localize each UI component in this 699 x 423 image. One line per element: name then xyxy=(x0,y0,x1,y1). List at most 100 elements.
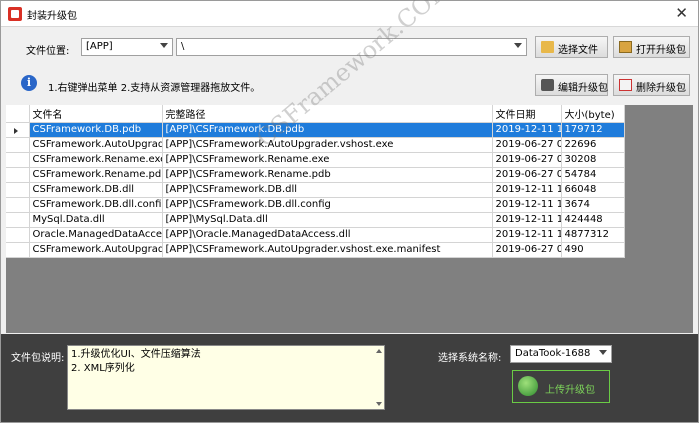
cell-path[interactable]: [APP]\CSFramework.AutoUpgrader.vshost.ex… xyxy=(162,242,493,258)
open-package-icon xyxy=(619,41,632,53)
row-header[interactable] xyxy=(6,167,30,183)
table-row[interactable]: CSFramework.AutoUpgrad [APP]\CSFramework.… xyxy=(6,242,625,258)
cell-date[interactable]: 2019-12-11 1 xyxy=(492,182,562,198)
cell-size[interactable]: 4877312 xyxy=(561,227,625,243)
cell-name[interactable]: CSFramework.DB.dll.config xyxy=(29,197,163,213)
row-header[interactable] xyxy=(6,137,30,153)
cell-size[interactable]: 54784 xyxy=(561,167,625,183)
edit-package-label: 编辑升级包 xyxy=(558,83,608,94)
cell-path[interactable]: [APP]\CSFramework.DB.pdb xyxy=(162,122,493,138)
delete-package-button[interactable]: 删除升级包 xyxy=(613,74,690,96)
delete-package-label: 删除升级包 xyxy=(636,83,686,94)
table-row[interactable]: CSFramework.DB.dll [APP]\CSFramework.DB.d… xyxy=(6,182,625,198)
row-header[interactable] xyxy=(6,227,30,243)
row-header[interactable] xyxy=(6,212,30,228)
cell-date[interactable]: 2019-06-27 0 xyxy=(492,242,562,258)
cell-name[interactable]: Oracle.ManagedDataAccess xyxy=(29,227,163,243)
column-header-path[interactable]: 完整路径 xyxy=(162,105,493,123)
system-name-select[interactable]: DataTook-1688 xyxy=(510,345,612,363)
title-bar: 封装升级包 ✕ xyxy=(1,1,698,27)
info-icon: i xyxy=(21,75,37,91)
table-row[interactable]: CSFramework.Rename.exe [APP]\CSFramework.… xyxy=(6,152,625,168)
chevron-down-icon xyxy=(160,43,168,48)
edit-package-icon xyxy=(541,79,554,91)
open-package-button[interactable]: 打开升级包 xyxy=(613,36,690,58)
cell-date[interactable]: 2019-12-11 1 xyxy=(492,122,562,138)
cell-path[interactable]: [APP]\CSFramework.Rename.exe xyxy=(162,152,493,168)
window-title: 封装升级包 xyxy=(27,11,77,22)
table-header-row: 文件名 完整路径 文件日期 大小(byte) xyxy=(6,105,625,123)
table-row[interactable]: CSFramework.DB.dll.config [APP]\CSFramewo… xyxy=(6,197,625,213)
description-textarea[interactable]: 1.升级优化UI、文件压缩算法 2. XML序列化 xyxy=(67,345,385,410)
cell-name[interactable]: CSFramework.Rename.exe xyxy=(29,152,163,168)
column-header-size[interactable]: 大小(byte) xyxy=(561,105,625,123)
row-header[interactable] xyxy=(6,197,30,213)
cell-size[interactable]: 30208 xyxy=(561,152,625,168)
table-row[interactable]: Oracle.ManagedDataAccess [APP]\Oracle.Man… xyxy=(6,227,625,243)
file-location-label: 文件位置: xyxy=(26,46,70,57)
cell-path[interactable]: [APP]\CSFramework.DB.dll.config xyxy=(162,197,493,213)
cell-name[interactable]: MySql.Data.dll xyxy=(29,212,163,228)
cell-date[interactable]: 2019-12-11 1 xyxy=(492,227,562,243)
path-value: \ xyxy=(181,41,185,52)
scroll-down-icon[interactable] xyxy=(376,402,382,406)
table-row[interactable]: CSFramework.Rename.pdb [APP]\CSFramework.… xyxy=(6,167,625,183)
cell-name[interactable]: CSFramework.DB.dll xyxy=(29,182,163,198)
row-header[interactable] xyxy=(6,152,30,168)
cell-name[interactable]: CSFramework.DB.pdb xyxy=(29,122,163,138)
cell-date[interactable]: 2019-06-27 0 xyxy=(492,137,562,153)
column-header-name[interactable]: 文件名 xyxy=(29,105,163,123)
scroll-up-icon[interactable] xyxy=(376,349,382,353)
description-line: 1.升级优化UI、文件压缩算法 xyxy=(71,349,201,360)
system-name-value: DataTook-1688 xyxy=(515,348,591,359)
cell-date[interactable]: 2019-12-11 1 xyxy=(492,197,562,213)
tip-text: 1.右键弹出菜单 2.支持从资源管理器拖放文件。 xyxy=(48,83,261,94)
cell-size[interactable]: 3674 xyxy=(561,197,625,213)
file-location-value: [APP] xyxy=(86,41,113,52)
column-header-date[interactable]: 文件日期 xyxy=(492,105,562,123)
folder-icon xyxy=(541,41,554,53)
cell-path[interactable]: [APP]\MySql.Data.dll xyxy=(162,212,493,228)
cell-path[interactable]: [APP]\CSFramework.DB.dll xyxy=(162,182,493,198)
edit-package-button[interactable]: 编辑升级包 xyxy=(535,74,608,96)
current-row-indicator-icon xyxy=(14,127,18,134)
cell-size[interactable]: 66048 xyxy=(561,182,625,198)
table-row[interactable]: MySql.Data.dll [APP]\MySql.Data.dll 2019-1… xyxy=(6,212,625,228)
cell-name[interactable]: CSFramework.AutoUpgrad xyxy=(29,137,163,153)
chevron-down-icon xyxy=(599,350,607,355)
cell-date[interactable]: 2019-06-27 0 xyxy=(492,152,562,168)
table-row[interactable]: CSFramework.DB.pdb [APP]\CSFramework.DB.p… xyxy=(6,122,625,138)
cell-path[interactable]: [APP]\CSFramework.AutoUpgrader.vshost.ex… xyxy=(162,137,493,153)
upload-package-label: 上传升级包 xyxy=(545,385,595,396)
description-label: 文件包说明: xyxy=(11,353,65,364)
delete-package-icon xyxy=(619,79,632,91)
bottom-panel: 文件包说明: 1.升级优化UI、文件压缩算法 2. XML序列化 选择系统名称:… xyxy=(1,334,698,422)
chevron-down-icon xyxy=(514,43,522,48)
cell-size[interactable]: 22696 xyxy=(561,137,625,153)
cell-date[interactable]: 2019-06-27 0 xyxy=(492,167,562,183)
choose-file-button[interactable]: 选择文件 xyxy=(535,36,608,58)
description-line: 2. XML序列化 xyxy=(71,363,135,374)
row-header[interactable] xyxy=(6,182,30,198)
cell-size[interactable]: 179712 xyxy=(561,122,625,138)
cell-size[interactable]: 424448 xyxy=(561,212,625,228)
open-package-label: 打开升级包 xyxy=(636,45,686,56)
row-header[interactable] xyxy=(6,122,30,138)
cell-size[interactable]: 490 xyxy=(561,242,625,258)
toolbar: 文件位置: [APP] \ 选择文件 打开升级包 i 1.右键弹出菜单 2.支持… xyxy=(6,31,693,96)
path-select[interactable]: \ xyxy=(176,38,527,56)
cell-name[interactable]: CSFramework.AutoUpgrad xyxy=(29,242,163,258)
upload-package-button[interactable]: 上传升级包 xyxy=(512,370,610,403)
file-location-select[interactable]: [APP] xyxy=(81,38,173,56)
row-header[interactable] xyxy=(6,242,30,258)
close-icon[interactable]: ✕ xyxy=(675,4,688,22)
system-name-label: 选择系统名称: xyxy=(438,353,502,364)
app-icon xyxy=(8,7,22,21)
cell-date[interactable]: 2019-12-11 1 xyxy=(492,212,562,228)
app-window: 封装升级包 ✕ 文件位置: [APP] \ 选择文件 打开升级包 i 1.右键弹… xyxy=(0,0,699,423)
cell-path[interactable]: [APP]\Oracle.ManagedDataAccess.dll xyxy=(162,227,493,243)
cell-path[interactable]: [APP]\CSFramework.Rename.pdb xyxy=(162,167,493,183)
table-row[interactable]: CSFramework.AutoUpgrad [APP]\CSFramework.… xyxy=(6,137,625,153)
choose-file-label: 选择文件 xyxy=(558,45,598,56)
cell-name[interactable]: CSFramework.Rename.pdb xyxy=(29,167,163,183)
